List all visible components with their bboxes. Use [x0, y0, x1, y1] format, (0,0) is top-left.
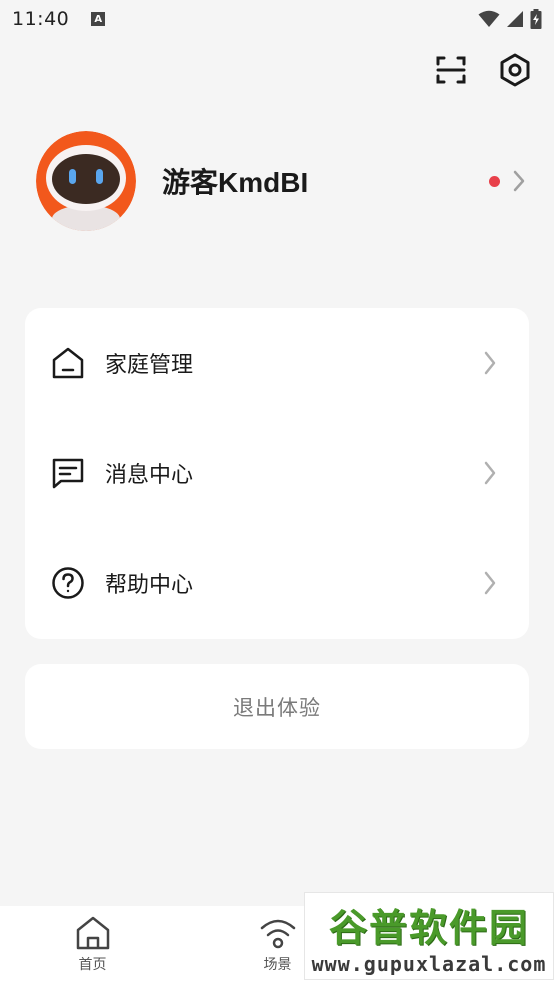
wifi-icon	[478, 10, 500, 27]
menu-item-label: 家庭管理	[105, 353, 194, 378]
menu-item-label: 消息中心	[105, 463, 194, 488]
menu-item-family-management[interactable]: 家庭管理	[25, 308, 529, 418]
unread-dot	[489, 175, 500, 187]
home-nav-icon	[76, 916, 109, 950]
watermark-logo: 谷普软件园 www.gupuxlazal.com	[304, 892, 554, 980]
settings-button[interactable]	[498, 52, 532, 88]
chevron-right-icon	[484, 351, 496, 375]
help-icon	[51, 566, 85, 600]
watermark-url: www.gupuxlazal.com	[311, 951, 547, 976]
logout-label: 退出体验	[233, 695, 321, 720]
menu-item-help-center[interactable]: 帮助中心	[25, 528, 529, 638]
scan-icon	[436, 56, 466, 84]
logout-button[interactable]: 退出体验	[25, 664, 529, 749]
menu-item-message-center[interactable]: 消息中心	[25, 418, 529, 528]
home-icon	[51, 346, 85, 380]
battery-charging-icon	[530, 9, 542, 29]
watermark-title: 谷普软件园	[328, 905, 529, 950]
chevron-right-icon	[513, 170, 525, 192]
chevron-right-icon	[484, 461, 496, 485]
nav-label: 场景	[263, 957, 292, 973]
status-time: 11:40	[12, 8, 70, 30]
profile-row[interactable]: 游客KmdBI	[36, 131, 526, 231]
username: 游客KmdBI	[162, 167, 309, 198]
menu-card: 家庭管理 消息中心 帮助中心	[25, 308, 529, 639]
avatar[interactable]	[36, 131, 136, 231]
nav-item-home[interactable]: 首页	[0, 906, 185, 984]
chevron-right-icon	[484, 571, 496, 595]
top-actions	[434, 52, 532, 88]
status-bar: 11:40 A	[0, 0, 554, 38]
scene-wifi-icon	[260, 919, 295, 949]
scan-button[interactable]	[434, 52, 468, 88]
signal-icon	[507, 11, 523, 27]
message-icon	[51, 456, 85, 490]
a-notification-icon: A	[91, 12, 106, 26]
robot-avatar-icon	[36, 131, 136, 231]
nav-label: 首页	[78, 957, 107, 973]
status-icons	[478, 9, 542, 29]
profile-right	[489, 170, 526, 192]
settings-hexagon-icon	[500, 53, 530, 87]
menu-item-label: 帮助中心	[105, 573, 194, 598]
